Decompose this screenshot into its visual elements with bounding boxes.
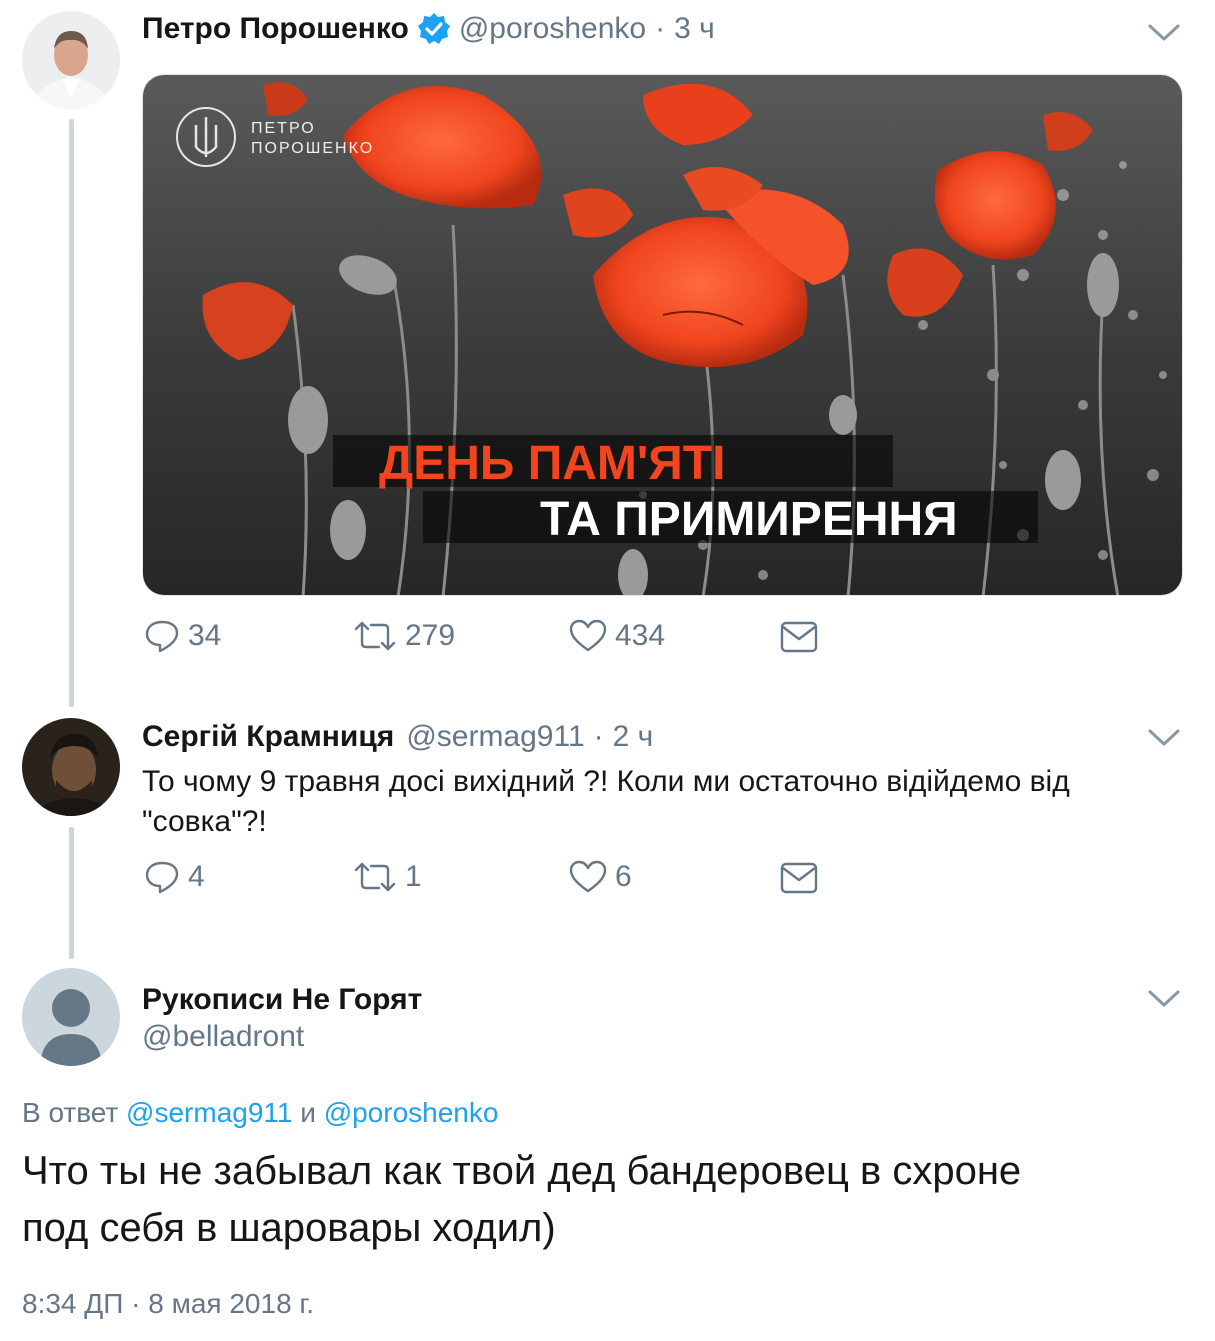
author-handle[interactable]: @poroshenko: [459, 12, 646, 46]
retweet-icon: [354, 621, 396, 651]
like-button[interactable]: 6: [569, 860, 632, 894]
tweet-text: То чому 9 травня досі вихідний ?! Коли м…: [142, 762, 1142, 842]
tweet-header: Сергій Крамниця @sermag911 · 2 ч: [142, 719, 653, 755]
retweet-button[interactable]: 1: [353, 860, 422, 894]
reply-button[interactable]: 34: [144, 619, 221, 653]
author-handle[interactable]: @sermag911: [406, 720, 584, 754]
chevron-down-icon[interactable]: [1147, 727, 1181, 749]
avatar[interactable]: [22, 11, 120, 109]
like-button[interactable]: 434: [569, 619, 665, 653]
mention-link[interactable]: @poroshenko: [324, 1097, 499, 1128]
verified-badge-icon: [417, 12, 451, 46]
retweet-icon: [354, 862, 396, 892]
author-name[interactable]: Рукописи Не Горят: [142, 983, 422, 1017]
reply-count: 4: [188, 860, 205, 893]
tweet-text-line: под себя в шаровары ходил): [22, 1206, 556, 1250]
logo-text-line1: ПЕТРО: [251, 120, 316, 137]
chevron-down-icon[interactable]: [1147, 22, 1181, 44]
thread-line: [69, 119, 74, 707]
tweet-text-line: "совка"?!: [142, 805, 267, 838]
reply-button[interactable]: 4: [144, 860, 205, 894]
reply-context: В ответ @sermag911 и @poroshenko: [22, 1097, 498, 1129]
author-name[interactable]: Сергій Крамниця: [142, 720, 394, 754]
tweet-time[interactable]: 3 ч: [674, 12, 715, 46]
mention-link[interactable]: @sermag911: [126, 1097, 292, 1128]
author-name[interactable]: Петро Порошенко: [142, 12, 409, 46]
retweet-count: 279: [405, 619, 456, 652]
author-handle[interactable]: @belladront: [142, 1020, 304, 1054]
tweet-text-line: То чому 9 травня досі вихідний ?! Коли м…: [142, 765, 1070, 798]
tweet-timestamp[interactable]: 8:34 ДП · 8 мая 2018 г.: [22, 1288, 314, 1320]
tweet-time[interactable]: 2 ч: [613, 720, 654, 754]
dm-icon: [780, 862, 818, 894]
reply-icon: [145, 861, 179, 894]
headline-line1: ДЕНЬ ПАМ'ЯТІ: [379, 437, 725, 490]
separator: ·: [655, 12, 666, 45]
like-icon: [569, 860, 607, 893]
thread-line: [69, 827, 74, 959]
retweet-button[interactable]: 279: [353, 619, 455, 653]
reply-prefix: В ответ: [22, 1097, 119, 1128]
reply-conjunction: и: [300, 1097, 316, 1128]
logo-text-line2: ПОРОШЕНКО: [251, 140, 374, 157]
avatar[interactable]: [22, 718, 120, 816]
tweet-media-image[interactable]: ПЕТРО ПОРОШЕНКО ДЕНЬ ПАМ'ЯТІ ТА ПРИМИРЕН…: [142, 74, 1183, 596]
like-count: 434: [615, 619, 666, 652]
like-count: 6: [615, 860, 632, 893]
like-icon: [569, 619, 607, 652]
chevron-down-icon[interactable]: [1147, 988, 1181, 1010]
dm-button[interactable]: [780, 621, 818, 653]
reply-count: 34: [188, 619, 222, 652]
tweet-text-line: Что ты не забывал как твой дед бандерове…: [22, 1149, 1022, 1193]
tweet-text: Что ты не забывал как твой дед бандерове…: [22, 1143, 1172, 1257]
dm-button[interactable]: [780, 862, 818, 894]
tweet-header: Петро Порошенко @poroshenko · 3 ч: [142, 11, 715, 47]
dm-icon: [780, 621, 818, 653]
retweet-count: 1: [405, 860, 422, 893]
avatar[interactable]: [22, 968, 120, 1066]
headline-line2: ТА ПРИМИРЕННЯ: [540, 493, 958, 546]
reply-icon: [145, 620, 179, 653]
separator: ·: [593, 720, 604, 753]
